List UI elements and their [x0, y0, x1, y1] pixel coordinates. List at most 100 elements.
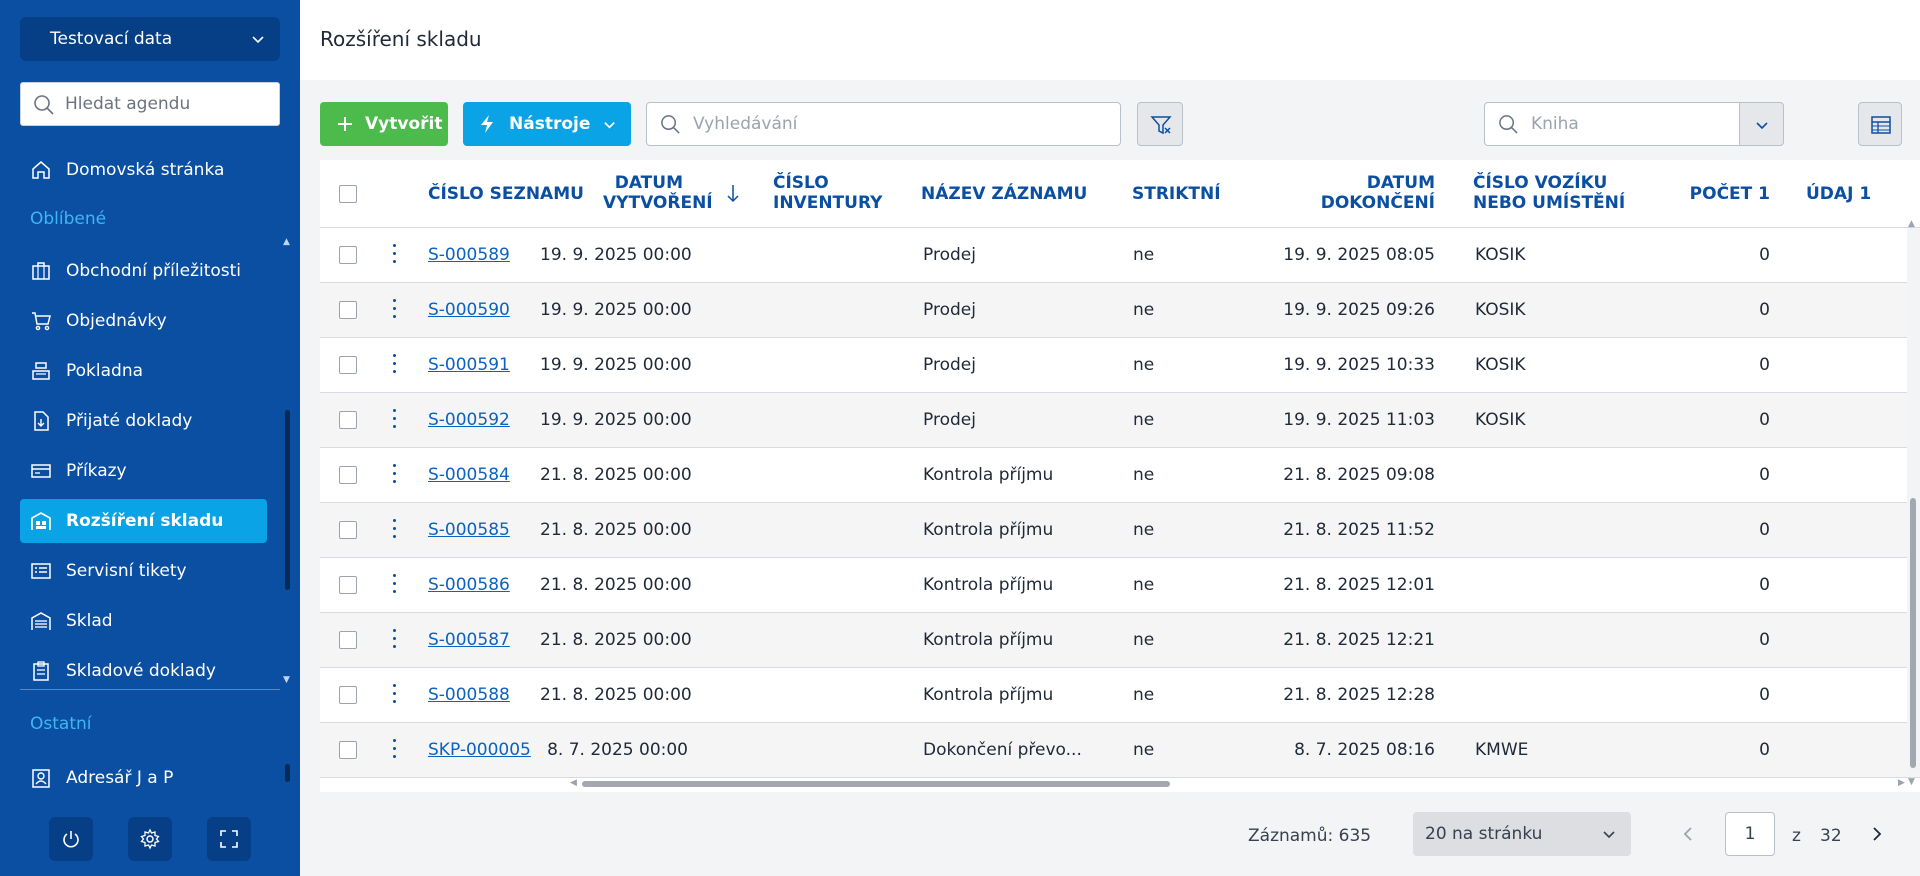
- company-selector[interactable]: Testovací data: [20, 17, 280, 61]
- search-input[interactable]: [693, 114, 1073, 134]
- row-checkbox[interactable]: [339, 741, 357, 759]
- page-size-select[interactable]: 20 na stránku: [1413, 812, 1631, 856]
- row-menu-kebab-icon[interactable]: [392, 464, 398, 486]
- table-row[interactable]: S-000591 19. 9. 2025 00:00 Prodej ne 19. 9. …: [320, 338, 1920, 393]
- book-input[interactable]: [1531, 114, 1721, 134]
- settings-button[interactable]: [128, 817, 172, 861]
- book-dropdown-button[interactable]: [1739, 102, 1784, 146]
- table-columns-icon: [1871, 116, 1891, 134]
- table-row[interactable]: SKP-000005 8. 7. 2025 00:00 Dokončení přev…: [320, 723, 1920, 778]
- cell-cislo-seznamu[interactable]: SKP-000005: [428, 740, 531, 760]
- column-header-cislo-seznamu[interactable]: ČÍSLO SEZNAMU: [428, 184, 584, 204]
- column-settings-button[interactable]: [1858, 102, 1902, 146]
- sidebar-item-home[interactable]: Domovská stránka: [20, 148, 267, 192]
- page-header: Rozšíření skladu: [300, 0, 1920, 80]
- column-header-cislo-inventury[interactable]: ČÍSLO INVENTURY: [773, 173, 882, 213]
- table-row[interactable]: S-000588 21. 8. 2025 00:00 Kontrola příjmu…: [320, 668, 1920, 723]
- tools-button[interactable]: Nástroje: [463, 102, 631, 146]
- row-menu-kebab-icon[interactable]: [392, 299, 398, 321]
- row-checkbox[interactable]: [339, 576, 357, 594]
- search-field[interactable]: [646, 102, 1121, 146]
- column-header-datum-vytvoreni[interactable]: DATUM VYTVOŘENÍ: [603, 173, 713, 213]
- chevron-down-icon: [1756, 122, 1768, 130]
- column-header-udaj-1[interactable]: ÚDAJ 1: [1806, 184, 1871, 204]
- row-checkbox[interactable]: [339, 411, 357, 429]
- vertical-scrollbar-thumb[interactable]: [1910, 498, 1916, 768]
- row-menu-kebab-icon[interactable]: [392, 244, 398, 266]
- sidebar-item-pokladna[interactable]: Pokladna: [20, 349, 267, 393]
- sidebar-item-objednavky[interactable]: Objednávky: [20, 299, 267, 343]
- scroll-up-arrow[interactable]: ▲: [1908, 219, 1915, 229]
- cell-cislo-seznamu[interactable]: S-000585: [428, 520, 510, 540]
- fullscreen-button[interactable]: [207, 817, 251, 861]
- cell-cislo-seznamu[interactable]: S-000592: [428, 410, 510, 430]
- vertical-scrollbar[interactable]: [1907, 228, 1920, 774]
- sidebar-item-sklad[interactable]: Sklad: [20, 599, 267, 643]
- logout-button[interactable]: [49, 817, 93, 861]
- sidebar-item-label: Sklad: [66, 611, 113, 631]
- previous-page-button[interactable]: [1678, 824, 1698, 844]
- sort-down-arrow-icon[interactable]: [726, 183, 740, 203]
- table-row[interactable]: S-000587 21. 8. 2025 00:00 Kontrola příjmu…: [320, 613, 1920, 668]
- agenda-search-field[interactable]: [20, 82, 280, 126]
- row-menu-kebab-icon[interactable]: [392, 354, 398, 376]
- column-header-striktni[interactable]: STRIKTNÍ: [1132, 184, 1221, 204]
- scroll-right-arrow[interactable]: ▶: [1898, 778, 1905, 788]
- row-checkbox[interactable]: [339, 301, 357, 319]
- sidebar-scroll-up[interactable]: ▲: [283, 238, 293, 247]
- sidebar-scrollbar[interactable]: [285, 410, 290, 590]
- current-page-input[interactable]: 1: [1725, 812, 1775, 856]
- row-checkbox[interactable]: [339, 466, 357, 484]
- row-checkbox[interactable]: [339, 521, 357, 539]
- select-all-checkbox[interactable]: [339, 185, 357, 203]
- row-menu-kebab-icon[interactable]: [392, 519, 398, 541]
- cell-cislo-seznamu[interactable]: S-000584: [428, 465, 510, 485]
- row-menu-kebab-icon[interactable]: [392, 574, 398, 596]
- table-row[interactable]: S-000590 19. 9. 2025 00:00 Prodej ne 19. 9. …: [320, 283, 1920, 338]
- row-checkbox[interactable]: [339, 356, 357, 374]
- cell-cislo-seznamu[interactable]: S-000590: [428, 300, 510, 320]
- sidebar-scroll-down[interactable]: ▼: [283, 676, 293, 685]
- sidebar-item-obchodni-prilezitosti[interactable]: Obchodní příležitosti: [20, 249, 267, 293]
- next-page-button[interactable]: [1867, 824, 1887, 844]
- cart-icon: [32, 312, 51, 331]
- sidebar-item-rozsireni-skladu[interactable]: Rozšíření skladu: [20, 499, 267, 543]
- lightning-icon: [481, 115, 493, 133]
- cell-datum-dokonceni: 21. 8. 2025 12:21: [1283, 630, 1435, 650]
- horizontal-scrollbar[interactable]: ◀ ▶: [570, 777, 1910, 789]
- column-header-nazev-zaznamu[interactable]: NÁZEV ZÁZNAMU: [921, 184, 1087, 204]
- row-checkbox[interactable]: [339, 631, 357, 649]
- row-menu-kebab-icon[interactable]: [392, 629, 398, 651]
- row-checkbox[interactable]: [339, 246, 357, 264]
- cell-cislo-seznamu[interactable]: S-000589: [428, 245, 510, 265]
- column-header-datum-dokonceni[interactable]: DATUM DOKONČENÍ: [1320, 173, 1435, 213]
- row-menu-kebab-icon[interactable]: [392, 409, 398, 431]
- column-header-pocet-1[interactable]: POČET 1: [1670, 184, 1770, 204]
- table-row[interactable]: S-000586 21. 8. 2025 00:00 Kontrola příjmu…: [320, 558, 1920, 613]
- row-menu-kebab-icon[interactable]: [392, 684, 398, 706]
- agenda-search-input[interactable]: [65, 94, 265, 114]
- briefcase-icon: [32, 262, 50, 280]
- sidebar-item-adresar[interactable]: Adresář J a P: [20, 756, 267, 800]
- sidebar-scrollbar-2[interactable]: [285, 764, 290, 782]
- sidebar-item-servisni-tikety[interactable]: Servisní tikety: [20, 549, 267, 593]
- book-select-field[interactable]: [1484, 102, 1740, 146]
- scroll-left-arrow[interactable]: ◀: [570, 778, 577, 788]
- table-row[interactable]: S-000585 21. 8. 2025 00:00 Kontrola příjmu…: [320, 503, 1920, 558]
- cell-cislo-seznamu[interactable]: S-000591: [428, 355, 510, 375]
- horizontal-scrollbar-thumb[interactable]: [582, 781, 1170, 787]
- filter-button[interactable]: [1137, 102, 1183, 146]
- row-checkbox[interactable]: [339, 686, 357, 704]
- table-row[interactable]: S-000592 19. 9. 2025 00:00 Prodej ne 19. 9. …: [320, 393, 1920, 448]
- row-menu-kebab-icon[interactable]: [392, 739, 398, 761]
- sidebar-item-prijate-doklady[interactable]: Přijaté doklady: [20, 399, 267, 443]
- sidebar-item-skladove-doklady[interactable]: Skladové doklady: [20, 649, 267, 693]
- table-row[interactable]: S-000589 19. 9. 2025 00:00 Prodej ne 19. 9. …: [320, 228, 1920, 283]
- cell-cislo-seznamu[interactable]: S-000586: [428, 575, 510, 595]
- column-header-cislo-voziku[interactable]: ČÍSLO VOZÍKU NEBO UMÍSTĚNÍ: [1473, 173, 1625, 213]
- cell-cislo-seznamu[interactable]: S-000588: [428, 685, 510, 705]
- cell-cislo-seznamu[interactable]: S-000587: [428, 630, 510, 650]
- table-row[interactable]: S-000584 21. 8. 2025 00:00 Kontrola příjmu…: [320, 448, 1920, 503]
- create-button[interactable]: Vytvořit: [320, 102, 448, 146]
- sidebar-item-prikazy[interactable]: Příkazy: [20, 449, 267, 493]
